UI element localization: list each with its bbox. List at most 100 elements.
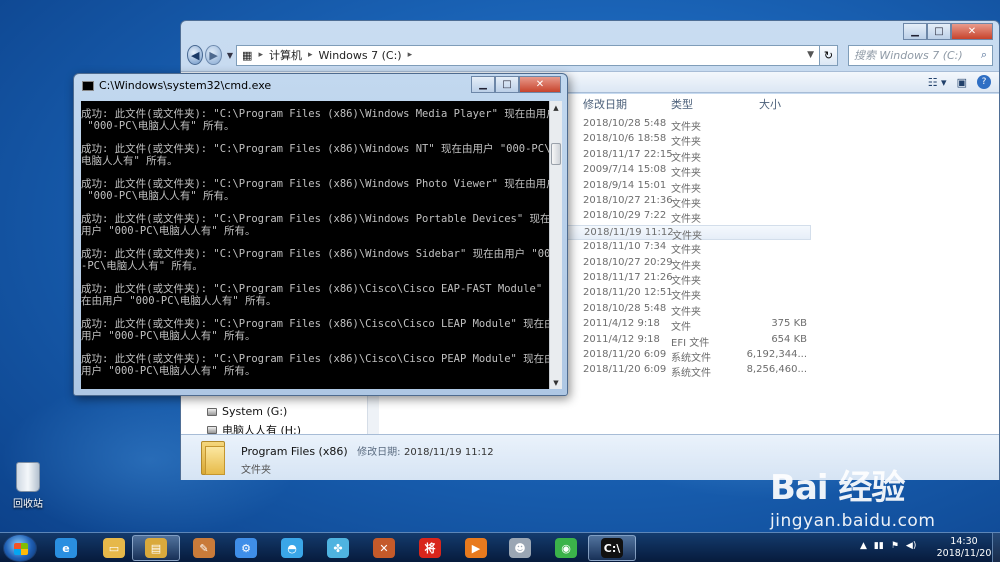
console-line: 成功: 此文件(或文件夹): "C:\Program Files (x86)\W…: [81, 108, 549, 120]
recycle-bin-desktop-icon[interactable]: 回收站: [8, 462, 48, 510]
cmd-titlebar[interactable]: C:\Windows\system32\cmd.exe: [82, 79, 271, 92]
details-name: Program Files (x86) 修改日期: 2018/11/19 11:…: [241, 443, 494, 458]
file-date: 2018/10/28 5:48: [583, 118, 667, 129]
console-line: -PC\电脑人人有" 所有。: [81, 259, 203, 272]
close-button[interactable]: ✕: [951, 23, 993, 40]
file-type: 文件夹: [671, 260, 701, 272]
file-date: 2011/4/12 9:18: [583, 333, 660, 345]
chevron-right-icon[interactable]: ▸: [408, 50, 413, 60]
taskbar-app-pinwheel[interactable]: ✤: [314, 535, 362, 561]
maximize-button[interactable]: □: [495, 76, 519, 93]
console-line: 成功: 此文件(或文件夹): "C:\Program Files (x86)\C…: [81, 353, 549, 365]
ie-icon: e: [55, 538, 77, 558]
navpane-scrollbar[interactable]: [367, 394, 379, 434]
file-date: 2018/11/17 21:26: [583, 272, 673, 283]
clock-time: 14:30: [950, 536, 978, 547]
close-button[interactable]: ✕: [519, 76, 561, 93]
cmd-window: C:\Windows\system32\cmd.exe ▁ □ ✕ 成功: 此文…: [73, 73, 568, 396]
taskbar-app-jiang[interactable]: 将: [406, 535, 454, 561]
file-date: 2018/10/28 5:48: [583, 302, 667, 314]
scroll-down-icon[interactable]: ▼: [550, 376, 562, 389]
address-dropdown-icon[interactable]: ▼: [807, 50, 814, 60]
file-type: EFI 文件: [671, 337, 710, 349]
scroll-thumb[interactable]: [551, 143, 561, 165]
console-line: "000-PC\电脑人人有" 所有。: [81, 119, 235, 132]
file-type: 文件夹: [671, 122, 701, 133]
scroll-up-icon[interactable]: ▲: [550, 101, 562, 114]
search-placeholder: 搜索 Windows 7 (C:): [853, 49, 963, 62]
taskbar-app-folder[interactable]: ▭: [90, 535, 138, 561]
pinwheel-icon: ✤: [327, 538, 349, 558]
taskbar-app-tools[interactable]: ✕: [360, 535, 408, 561]
view-options-icon[interactable]: ☷ ▾: [928, 76, 947, 89]
console-line: 电脑人人有" 所有。: [81, 154, 178, 167]
recycle-bin-label: 回收站: [13, 499, 43, 510]
chevron-right-icon[interactable]: ▸: [308, 50, 313, 60]
file-date: 2018/11/20 6:09: [583, 364, 667, 376]
file-date: 2018/10/27 21:36: [583, 195, 673, 206]
file-date: 2018/10/29 7:22: [583, 210, 667, 222]
console-output[interactable]: 成功: 此文件(或文件夹): "C:\Program Files (x86)\W…: [81, 101, 549, 389]
file-date: 2018/11/20 12:51: [583, 287, 673, 299]
watermark-logo: Bai 经验: [770, 468, 905, 508]
preview-pane-icon[interactable]: ▣: [957, 76, 967, 89]
drive-icon: [207, 426, 217, 434]
recent-pages-dropdown[interactable]: ▼: [227, 51, 233, 60]
cloud-icon: ◓: [281, 538, 303, 558]
network-icon[interactable]: ▮▮: [874, 541, 884, 551]
taskbar-app-video[interactable]: ▶: [452, 535, 500, 561]
minimize-button[interactable]: ▁: [903, 23, 927, 40]
explorer-icon: ▤: [145, 538, 167, 558]
file-type: 文件夹: [671, 291, 701, 303]
taskbar-app-explorer[interactable]: ▤: [132, 535, 180, 561]
show-desktop-button[interactable]: [992, 533, 1000, 562]
taskbar-clock[interactable]: 14:30 2018/11/20: [934, 536, 994, 560]
file-type: 系统文件: [671, 353, 711, 364]
system-tray: ▲ ▮▮ ⚑ ◀): [860, 541, 916, 551]
taskbar-app-ie[interactable]: e: [42, 535, 90, 561]
minimize-button[interactable]: ▁: [471, 76, 495, 93]
volume-icon[interactable]: ◀): [906, 541, 916, 551]
taskbar-app-cloud[interactable]: ◓: [268, 535, 316, 561]
taskbar-app-robot[interactable]: ☻: [496, 535, 544, 561]
file-type: 文件夹: [671, 137, 701, 149]
tray-arrow-icon[interactable]: ▲: [860, 541, 867, 551]
start-button[interactable]: [3, 534, 37, 562]
maximize-button[interactable]: □: [927, 23, 951, 40]
breadcrumb-computer[interactable]: 计算机: [269, 47, 302, 63]
file-type: 文件: [671, 322, 691, 334]
file-date: 2009/7/14 15:08: [583, 164, 667, 176]
file-type: 文件夹: [671, 214, 701, 226]
console-line: 用户 "000-PC\电脑人人有" 所有。: [81, 224, 256, 237]
jiang-icon: 将: [419, 538, 441, 558]
file-size: 375 KB: [771, 318, 807, 330]
forward-button[interactable]: ▶: [205, 45, 222, 65]
drive-item-system[interactable]: System (G:): [207, 405, 287, 418]
console-line: 成功: 此文件(或文件夹): "C:\Program Files (x86)\W…: [81, 143, 549, 155]
cmd-scrollbar[interactable]: ▲ ▼: [549, 101, 562, 389]
breadcrumb-drive[interactable]: Windows 7 (C:): [319, 49, 402, 62]
address-bar[interactable]: ▦ ▸ 计算机 ▸ Windows 7 (C:) ▸ ▼: [236, 44, 821, 66]
file-date: 2018/9/14 15:01: [583, 179, 667, 191]
refresh-button[interactable]: ↻: [820, 44, 838, 66]
file-date: 2018/11/17 22:15: [583, 148, 673, 160]
taskbar-app-cmd[interactable]: C:\: [588, 535, 636, 561]
media-player-icon: ⚙: [235, 538, 257, 558]
console-line: 用户 "000-PC\电脑人人有" 所有。: [81, 364, 256, 377]
search-input[interactable]: 搜索 Windows 7 (C:) ⌕: [847, 44, 993, 66]
back-button[interactable]: ◀: [187, 45, 204, 65]
chevron-right-icon[interactable]: ▸: [258, 50, 263, 60]
column-header-date[interactable]: 修改日期: [583, 96, 627, 112]
cmd-icon: C:\: [601, 538, 623, 558]
help-icon[interactable]: ?: [977, 75, 991, 89]
taskbar-app-media-player[interactable]: ⚙: [222, 535, 270, 561]
column-header-size[interactable]: 大小: [759, 96, 781, 112]
folder-icon: [201, 441, 225, 475]
column-header-type[interactable]: 类型: [671, 96, 693, 112]
flag-icon[interactable]: ⚑: [891, 541, 899, 551]
file-size: 8,256,460...: [746, 364, 807, 376]
file-type: 文件夹: [671, 306, 701, 318]
taskbar-app-wechat[interactable]: ◉: [542, 535, 590, 561]
taskbar-app-paint[interactable]: ✎: [180, 535, 228, 561]
console-line: 成功: 此文件(或文件夹): "C:\Program Files (x86)\W…: [81, 213, 549, 225]
